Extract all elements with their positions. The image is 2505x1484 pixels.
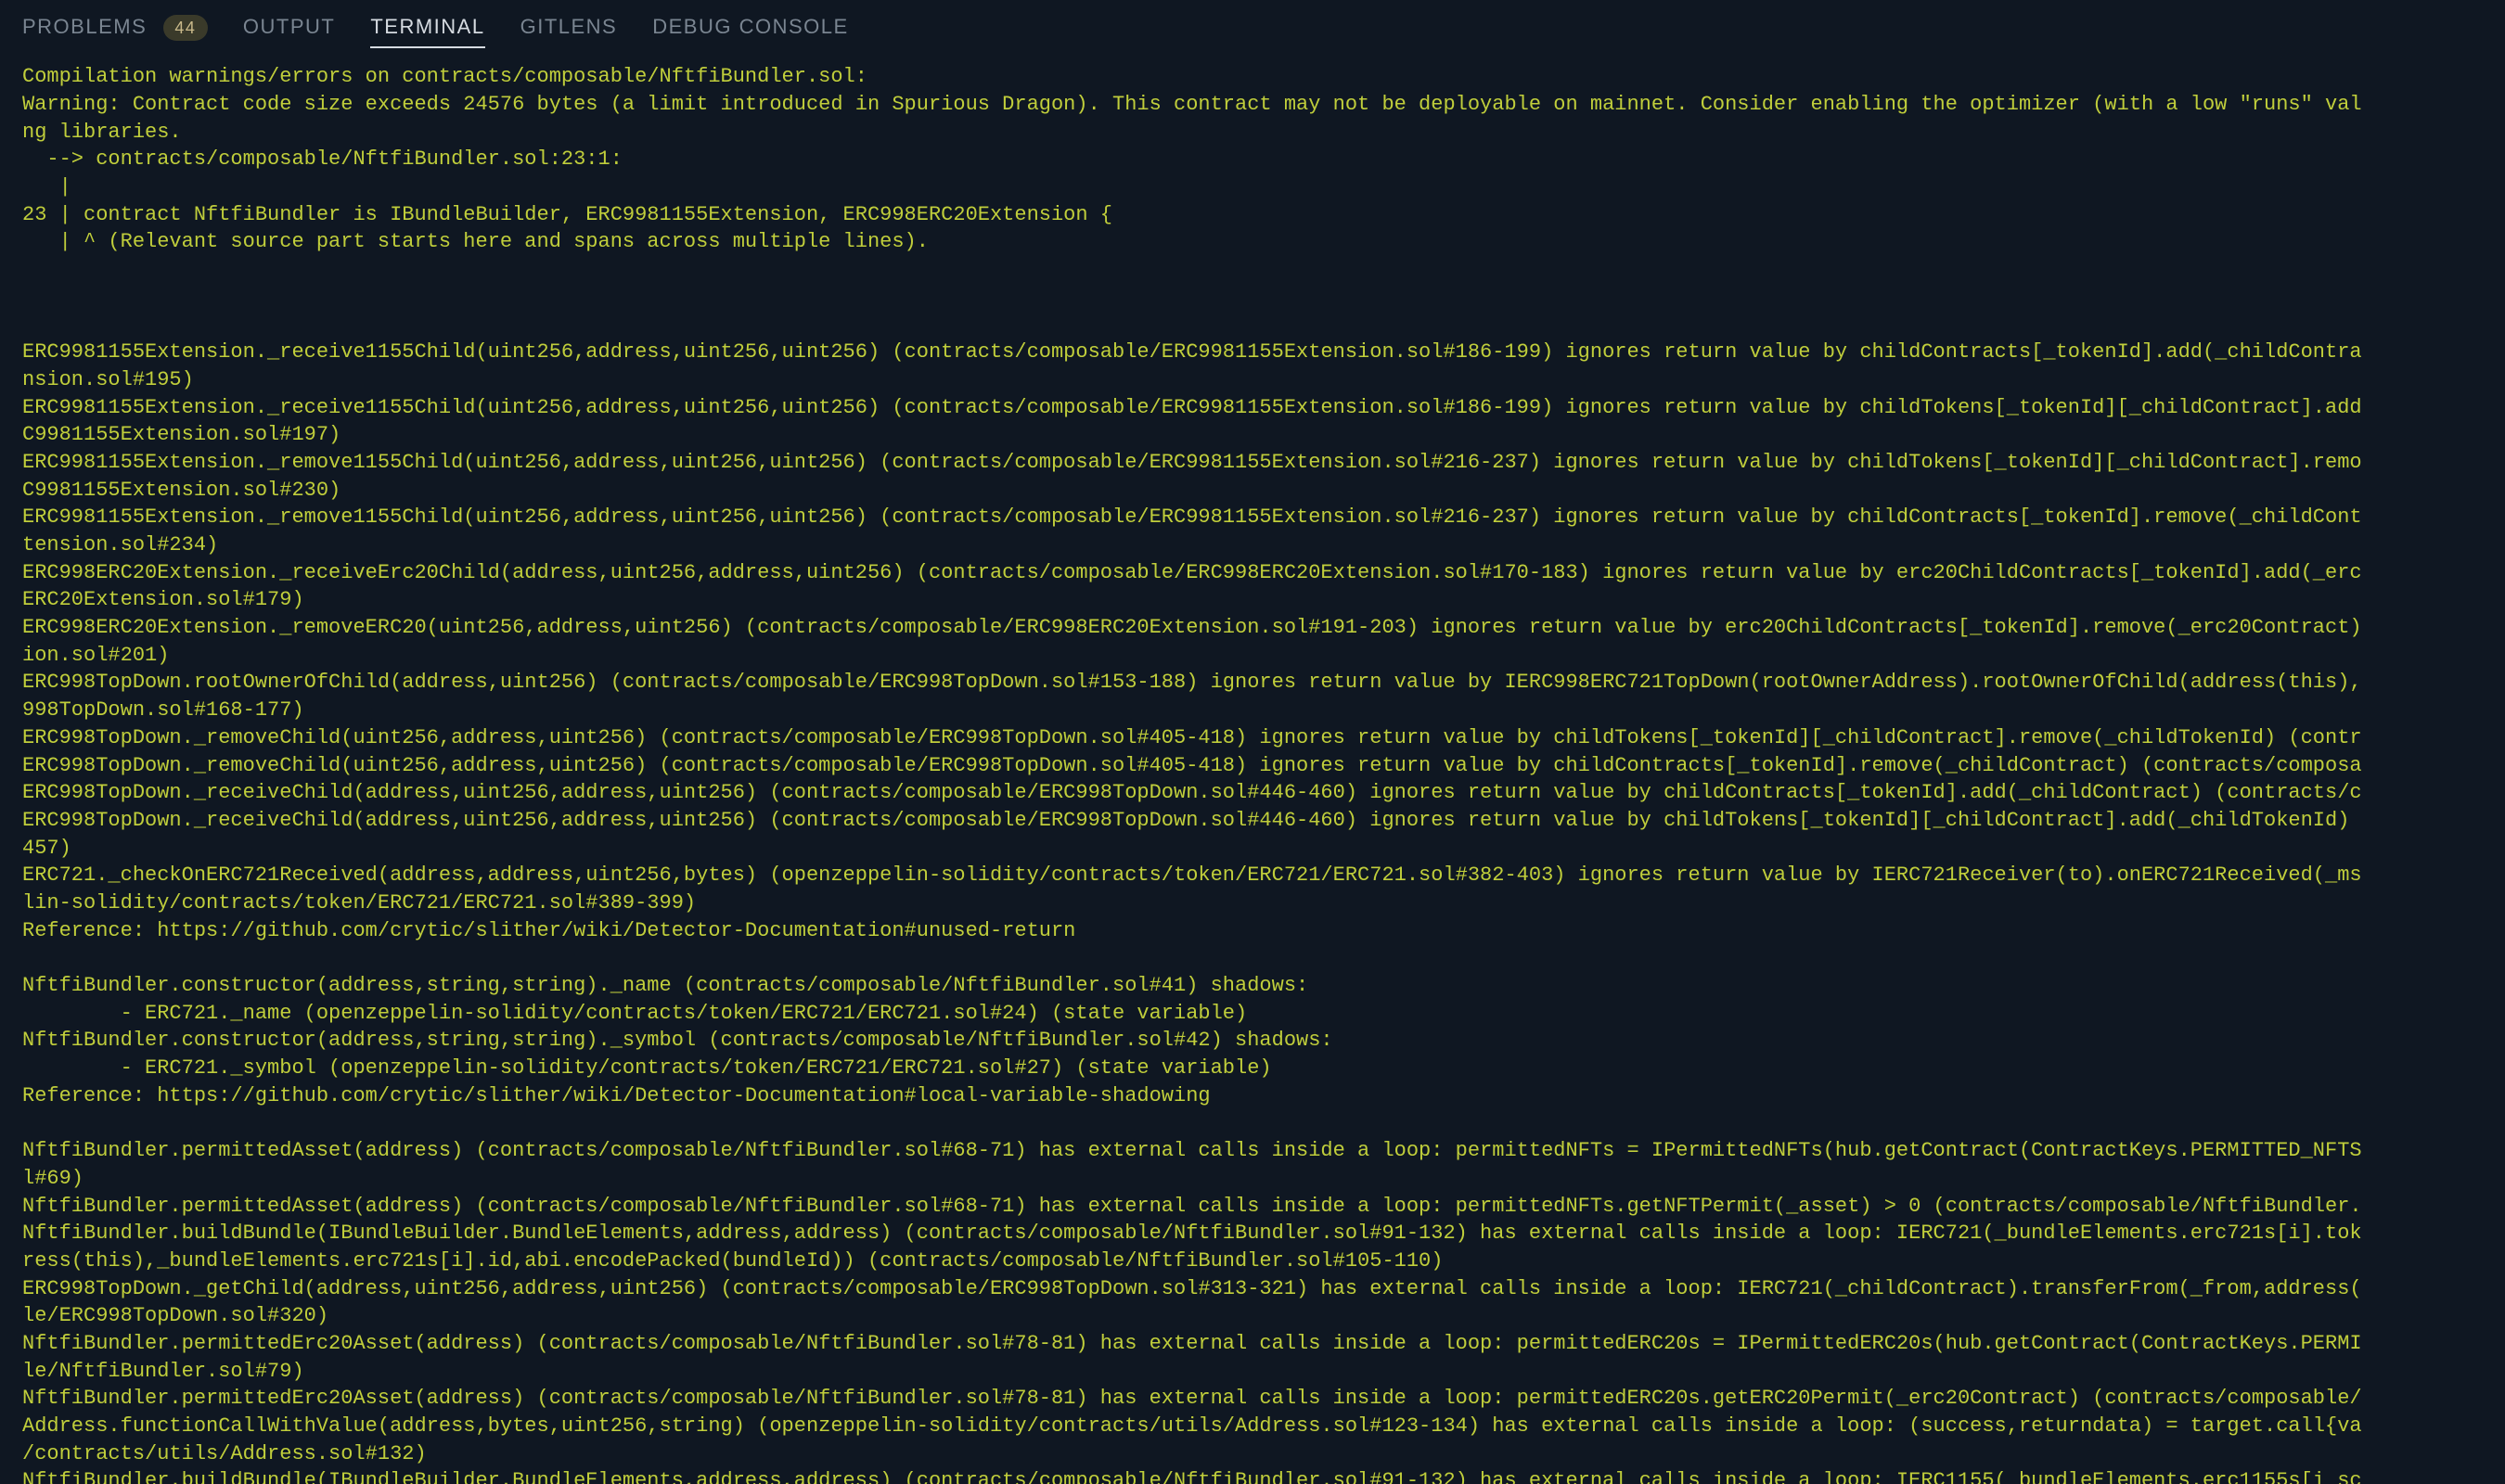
tab-problems-label: PROBLEMS xyxy=(22,15,147,38)
terminal-line: NftfiBundler.permittedAsset(address) (co… xyxy=(22,1193,2483,1221)
terminal-line: ress(this),_bundleElements.erc721s[i].id… xyxy=(22,1247,2483,1275)
terminal-line: le/ERC998TopDown.sol#320) xyxy=(22,1302,2483,1330)
tab-output[interactable]: OUTPUT xyxy=(243,13,335,46)
terminal-line: 457) xyxy=(22,835,2483,863)
terminal-line: Reference: https://github.com/crytic/sli… xyxy=(22,1082,2483,1110)
terminal-line: Warning: Contract code size exceeds 2457… xyxy=(22,91,2483,119)
tab-debug-console[interactable]: DEBUG CONSOLE xyxy=(652,13,848,46)
terminal-line: ERC998TopDown._removeChild(uint256,addre… xyxy=(22,724,2483,752)
terminal-line: ion.sol#201) xyxy=(22,642,2483,670)
terminal-line: NftfiBundler.constructor(address,string,… xyxy=(22,1027,2483,1055)
terminal-line: NftfiBundler.buildBundle(IBundleBuilder.… xyxy=(22,1467,2483,1484)
terminal-line: Address.functionCallWithValue(address,by… xyxy=(22,1413,2483,1440)
terminal-line: Compilation warnings/errors on contracts… xyxy=(22,63,2483,91)
terminal-line: ERC20Extension.sol#179) xyxy=(22,586,2483,614)
terminal-line xyxy=(22,1109,2483,1137)
terminal-line: ERC9981155Extension._remove1155Child(uin… xyxy=(22,504,2483,531)
terminal-line: ERC998TopDown.rootOwnerOfChild(address,u… xyxy=(22,669,2483,697)
terminal-output[interactable]: Compilation warnings/errors on contracts… xyxy=(0,54,2505,1484)
terminal-line: le/NftfiBundler.sol#79) xyxy=(22,1358,2483,1386)
tab-terminal-label: TERMINAL xyxy=(370,15,484,38)
terminal-line: ERC721._checkOnERC721Received(address,ad… xyxy=(22,862,2483,889)
terminal-line: tension.sol#234) xyxy=(22,531,2483,559)
terminal-line: 998TopDown.sol#168-177) xyxy=(22,697,2483,724)
terminal-line: Reference: https://github.com/crytic/sli… xyxy=(22,917,2483,945)
terminal-line: NftfiBundler.buildBundle(IBundleBuilder.… xyxy=(22,1220,2483,1247)
terminal-line: NftfiBundler.permittedErc20Asset(address… xyxy=(22,1385,2483,1413)
terminal-line: lin-solidity/contracts/token/ERC721/ERC7… xyxy=(22,889,2483,917)
tab-debug-console-label: DEBUG CONSOLE xyxy=(652,15,848,38)
problems-count-badge: 44 xyxy=(163,15,208,41)
terminal-line: - ERC721._symbol (openzeppelin-solidity/… xyxy=(22,1055,2483,1082)
tab-gitlens-label: GITLENS xyxy=(520,15,618,38)
terminal-line: | xyxy=(22,173,2483,201)
terminal-line xyxy=(22,256,2483,284)
terminal-line: --> contracts/composable/NftfiBundler.so… xyxy=(22,146,2483,173)
terminal-line: ERC9981155Extension._receive1155Child(ui… xyxy=(22,394,2483,422)
terminal-line: ng libraries. xyxy=(22,119,2483,147)
terminal-line xyxy=(22,312,2483,339)
terminal-line: ERC998TopDown._receiveChild(address,uint… xyxy=(22,807,2483,835)
terminal-line: ERC9981155Extension._receive1155Child(ui… xyxy=(22,339,2483,366)
terminal-line: NftfiBundler.permittedErc20Asset(address… xyxy=(22,1330,2483,1358)
terminal-line: NftfiBundler.permittedAsset(address) (co… xyxy=(22,1137,2483,1165)
terminal-line: l#69) xyxy=(22,1165,2483,1193)
terminal-line: ERC998TopDown._receiveChild(address,uint… xyxy=(22,779,2483,807)
terminal-line: ERC998ERC20Extension._receiveErc20Child(… xyxy=(22,559,2483,587)
tab-gitlens[interactable]: GITLENS xyxy=(520,13,618,46)
terminal-line: ERC998ERC20Extension._removeERC20(uint25… xyxy=(22,614,2483,642)
tab-problems[interactable]: PROBLEMS 44 xyxy=(22,13,208,46)
terminal-line: ERC998TopDown._removeChild(uint256,addre… xyxy=(22,752,2483,780)
terminal-line: nsion.sol#195) xyxy=(22,366,2483,394)
terminal-line: 23 | contract NftfiBundler is IBundleBui… xyxy=(22,201,2483,229)
terminal-line: - ERC721._name (openzeppelin-solidity/co… xyxy=(22,1000,2483,1028)
terminal-line: C9981155Extension.sol#197) xyxy=(22,421,2483,449)
terminal-line xyxy=(22,284,2483,312)
terminal-line: NftfiBundler.constructor(address,string,… xyxy=(22,972,2483,1000)
terminal-line: | ^ (Relevant source part starts here an… xyxy=(22,228,2483,256)
terminal-line: ERC998TopDown._getChild(address,uint256,… xyxy=(22,1275,2483,1303)
tab-output-label: OUTPUT xyxy=(243,15,335,38)
terminal-line xyxy=(22,944,2483,972)
terminal-line: ERC9981155Extension._remove1155Child(uin… xyxy=(22,449,2483,477)
terminal-line: C9981155Extension.sol#230) xyxy=(22,477,2483,505)
tab-terminal[interactable]: TERMINAL xyxy=(370,13,484,46)
panel-tabs: PROBLEMS 44 OUTPUT TERMINAL GITLENS DEBU… xyxy=(0,0,2505,54)
terminal-line: /contracts/utils/Address.sol#132) xyxy=(22,1440,2483,1468)
